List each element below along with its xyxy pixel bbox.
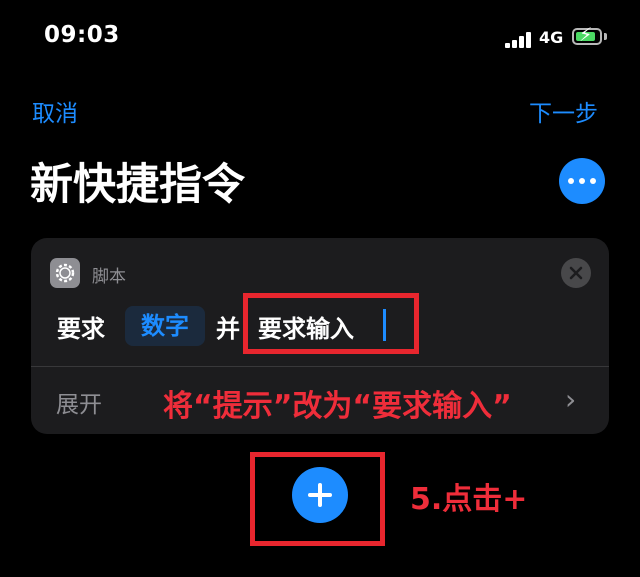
- step-annotation: 5.点击+: [410, 482, 528, 517]
- expand-button[interactable]: 展开: [56, 385, 102, 419]
- page-title: 新快捷指令: [30, 160, 245, 210]
- input-type-token[interactable]: 数字: [125, 306, 205, 346]
- action-text-and: 并: [216, 315, 240, 343]
- close-icon: [569, 266, 583, 280]
- chevron-right-icon[interactable]: ›: [565, 383, 576, 416]
- battery-cap: [604, 33, 607, 40]
- remove-action-button[interactable]: [561, 258, 591, 288]
- dot-icon: [590, 178, 596, 184]
- gear-icon: [50, 258, 80, 288]
- charging-bolt-icon: ⚡: [579, 24, 593, 46]
- cancel-button[interactable]: 取消: [32, 94, 78, 128]
- prompt-highlight-box: [243, 293, 419, 354]
- next-button[interactable]: 下一步: [529, 94, 598, 128]
- cellular-signal-icon: [505, 32, 535, 48]
- action-text-require: 要求: [57, 315, 105, 343]
- action-category-label: 脚本: [92, 267, 126, 287]
- more-options-button[interactable]: [559, 158, 605, 204]
- card-divider: [31, 366, 609, 367]
- network-type: 4G: [539, 28, 564, 47]
- prompt-annotation: 将“提示”改为“要求输入”: [163, 389, 512, 424]
- status-time: 09:03: [44, 22, 120, 48]
- dot-icon: [568, 178, 574, 184]
- dot-icon: [579, 178, 585, 184]
- add-action-button[interactable]: [292, 467, 348, 523]
